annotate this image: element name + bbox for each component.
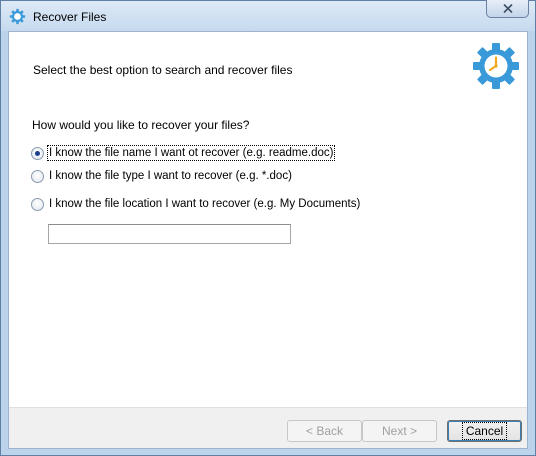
gear-clock-icon	[473, 43, 519, 89]
option-file-type[interactable]: I know the file type I want to recover (…	[31, 167, 293, 185]
radio-file-location[interactable]	[31, 197, 44, 211]
option-file-location[interactable]: I know the file location I want to recov…	[31, 195, 361, 213]
close-button[interactable]	[486, 0, 529, 18]
option-file-type-label[interactable]: I know the file type I want to recover (…	[48, 169, 293, 183]
next-button[interactable]: Next >	[362, 420, 437, 442]
header-instruction: Select the best option to search and rec…	[33, 63, 293, 77]
gear-icon	[9, 8, 26, 25]
back-button-label: < Back	[305, 424, 344, 438]
question-label: How would you like to recover your files…	[32, 118, 250, 132]
wizard-footer: < Back Next > Cancel	[9, 407, 527, 448]
option-file-name[interactable]: I know the file name I want ot recover (…	[31, 144, 336, 162]
radio-file-type[interactable]	[31, 169, 44, 183]
cancel-button-label: Cancel	[461, 422, 508, 440]
close-icon	[503, 4, 513, 13]
location-input[interactable]	[48, 224, 291, 244]
window-title: Recover Files	[33, 10, 107, 24]
option-file-location-label[interactable]: I know the file location I want to recov…	[48, 197, 361, 211]
recover-files-window: Recover Files Select the best option to …	[0, 0, 536, 456]
cancel-button[interactable]: Cancel	[447, 420, 522, 442]
option-file-name-label[interactable]: I know the file name I want ot recover (…	[46, 145, 336, 161]
next-button-label: Next >	[381, 424, 417, 438]
back-button[interactable]: < Back	[287, 420, 362, 442]
title-bar[interactable]: Recover Files	[1, 0, 535, 31]
wizard-client-area: Select the best option to search and rec…	[8, 31, 528, 449]
wizard-header: Select the best option to search and rec…	[9, 32, 527, 114]
radio-file-name[interactable]	[31, 146, 44, 160]
